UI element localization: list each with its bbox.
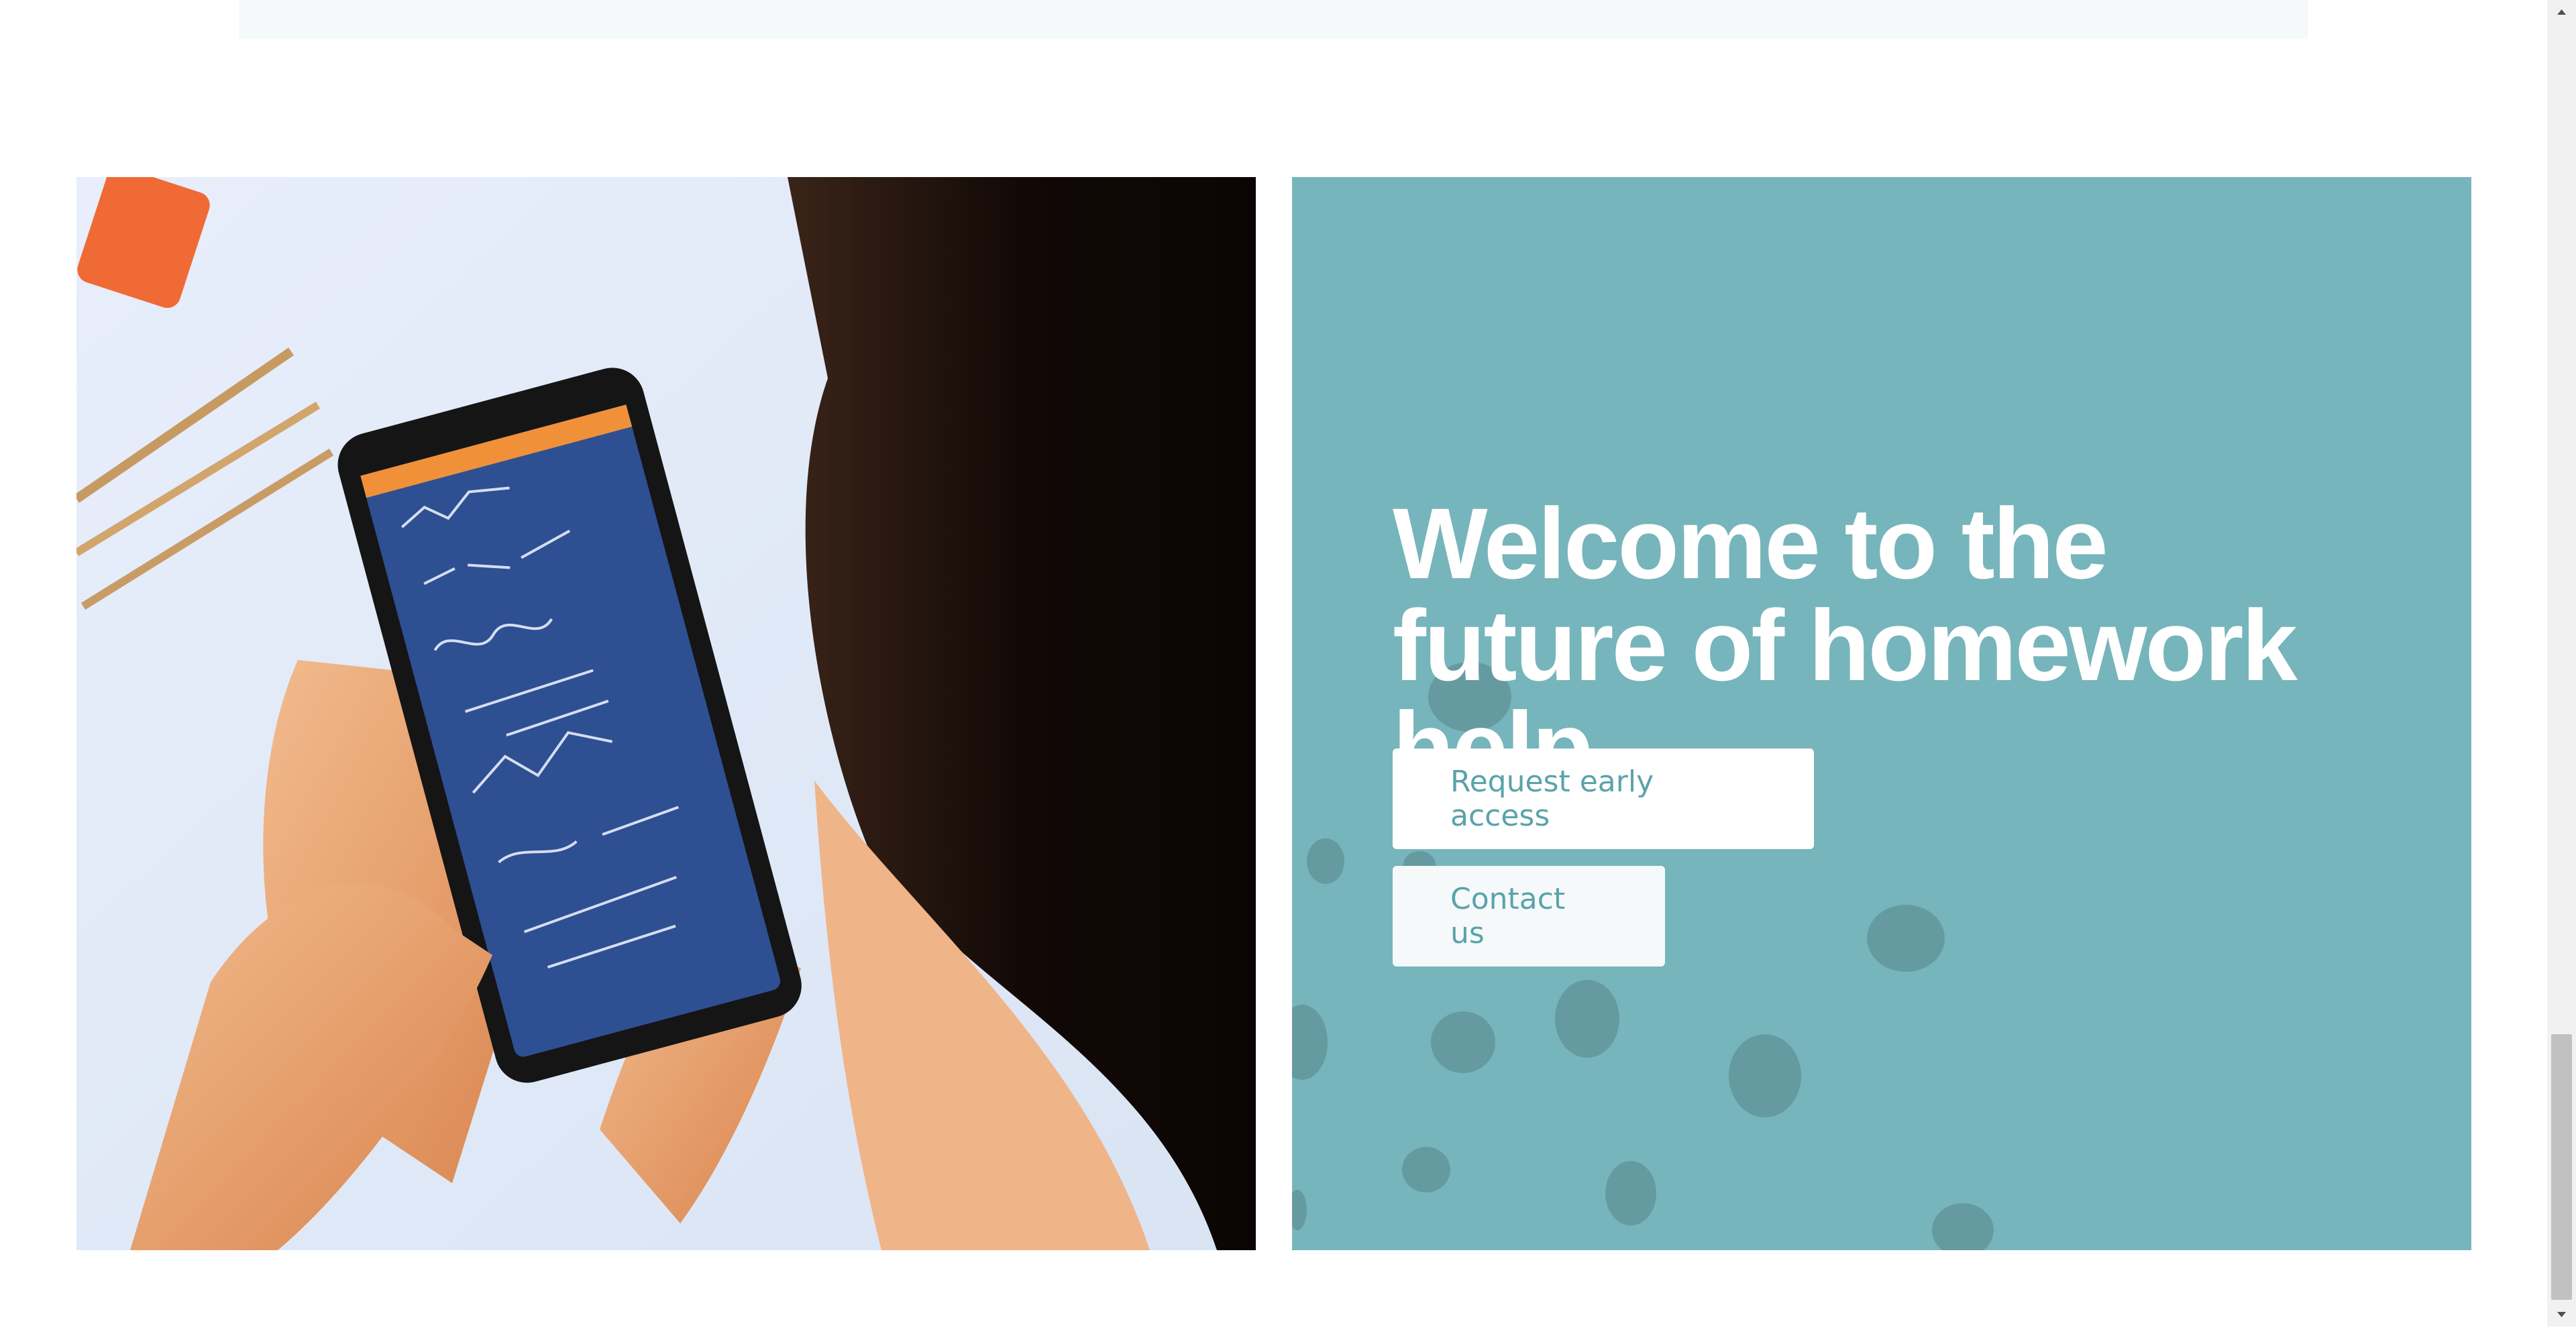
chevron-up-icon [2557,9,2566,15]
vertical-scrollbar[interactable] [2547,0,2576,1327]
chevron-down-icon [2557,1312,2566,1317]
request-early-access-button[interactable]: Request early access [1393,749,1814,849]
hero-image [76,177,1256,1250]
previous-section-footer [239,0,2308,39]
scrollbar-thumb[interactable] [2551,1034,2572,1300]
scroll-up-button[interactable] [2547,0,2576,24]
scroll-down-button[interactable] [2547,1303,2576,1327]
contact-us-button[interactable]: Contact us [1393,866,1665,966]
cta-panel: Welcome to the future of homework help. … [1292,177,2471,1250]
